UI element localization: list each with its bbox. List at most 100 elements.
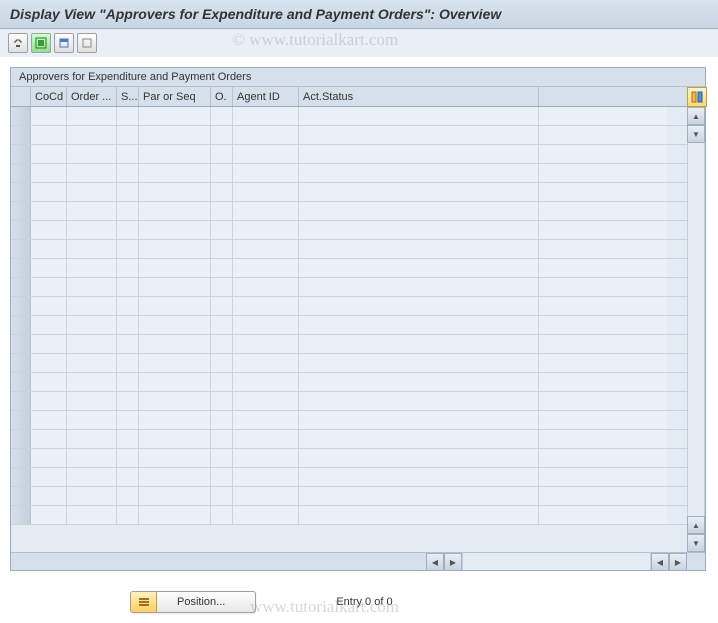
row-selector-header[interactable] <box>11 87 31 106</box>
toggle-display-change-button[interactable] <box>8 33 28 53</box>
row-selector[interactable] <box>11 316 31 334</box>
cell-cocd[interactable] <box>31 335 67 353</box>
cell-actstatus[interactable] <box>299 506 539 524</box>
cell-s[interactable] <box>117 107 139 125</box>
cell-cocd[interactable] <box>31 411 67 429</box>
cell-spare[interactable] <box>539 278 667 296</box>
cell-parseq[interactable] <box>139 411 211 429</box>
cell-cocd[interactable] <box>31 506 67 524</box>
cell-s[interactable] <box>117 354 139 372</box>
row-selector[interactable] <box>11 297 31 315</box>
column-header-parseq[interactable]: Par or Seq <box>139 87 211 106</box>
cell-parseq[interactable] <box>139 164 211 182</box>
column-header-order[interactable]: Order ... <box>67 87 117 106</box>
horizontal-scrollbar[interactable]: ◀ ▶ ◀ ▶ <box>11 552 705 570</box>
cell-parseq[interactable] <box>139 354 211 372</box>
cell-order[interactable] <box>67 430 117 448</box>
cell-s[interactable] <box>117 506 139 524</box>
cell-order[interactable] <box>67 392 117 410</box>
cell-s[interactable] <box>117 278 139 296</box>
cell-o[interactable] <box>211 107 233 125</box>
cell-parseq[interactable] <box>139 240 211 258</box>
row-selector[interactable] <box>11 126 31 144</box>
cell-o[interactable] <box>211 126 233 144</box>
scroll-right-button[interactable]: ▶ <box>444 553 462 571</box>
cell-s[interactable] <box>117 259 139 277</box>
cell-spare[interactable] <box>539 411 667 429</box>
cell-agent[interactable] <box>233 392 299 410</box>
row-selector[interactable] <box>11 354 31 372</box>
cell-cocd[interactable] <box>31 107 67 125</box>
cell-s[interactable] <box>117 164 139 182</box>
cell-actstatus[interactable] <box>299 107 539 125</box>
cell-s[interactable] <box>117 221 139 239</box>
cell-spare[interactable] <box>539 506 667 524</box>
cell-o[interactable] <box>211 392 233 410</box>
cell-agent[interactable] <box>233 335 299 353</box>
cell-actstatus[interactable] <box>299 164 539 182</box>
cell-cocd[interactable] <box>31 487 67 505</box>
cell-s[interactable] <box>117 468 139 486</box>
cell-agent[interactable] <box>233 107 299 125</box>
cell-parseq[interactable] <box>139 126 211 144</box>
cell-parseq[interactable] <box>139 373 211 391</box>
cell-o[interactable] <box>211 354 233 372</box>
cell-o[interactable] <box>211 487 233 505</box>
cell-cocd[interactable] <box>31 449 67 467</box>
scroll-up-button[interactable]: ▲ <box>687 107 705 125</box>
cell-agent[interactable] <box>233 126 299 144</box>
cell-actstatus[interactable] <box>299 240 539 258</box>
cell-spare[interactable] <box>539 240 667 258</box>
cell-order[interactable] <box>67 316 117 334</box>
cell-order[interactable] <box>67 373 117 391</box>
cell-o[interactable] <box>211 164 233 182</box>
scroll-left-button-2[interactable]: ◀ <box>651 553 669 571</box>
cell-parseq[interactable] <box>139 468 211 486</box>
cell-actstatus[interactable] <box>299 335 539 353</box>
cell-order[interactable] <box>67 335 117 353</box>
cell-order[interactable] <box>67 145 117 163</box>
scroll-track-h[interactable] <box>462 553 651 570</box>
scroll-down-button[interactable]: ▼ <box>687 125 705 143</box>
cell-spare[interactable] <box>539 316 667 334</box>
column-header-cocd[interactable]: CoCd <box>31 87 67 106</box>
cell-cocd[interactable] <box>31 145 67 163</box>
cell-agent[interactable] <box>233 145 299 163</box>
cell-actstatus[interactable] <box>299 316 539 334</box>
cell-o[interactable] <box>211 278 233 296</box>
cell-agent[interactable] <box>233 316 299 334</box>
cell-cocd[interactable] <box>31 278 67 296</box>
cell-spare[interactable] <box>539 107 667 125</box>
cell-s[interactable] <box>117 145 139 163</box>
cell-spare[interactable] <box>539 354 667 372</box>
cell-spare[interactable] <box>539 449 667 467</box>
cell-agent[interactable] <box>233 354 299 372</box>
cell-s[interactable] <box>117 316 139 334</box>
cell-o[interactable] <box>211 411 233 429</box>
cell-actstatus[interactable] <box>299 430 539 448</box>
cell-parseq[interactable] <box>139 392 211 410</box>
row-selector[interactable] <box>11 183 31 201</box>
cell-order[interactable] <box>67 107 117 125</box>
cell-agent[interactable] <box>233 183 299 201</box>
cell-o[interactable] <box>211 145 233 163</box>
cell-cocd[interactable] <box>31 468 67 486</box>
cell-actstatus[interactable] <box>299 468 539 486</box>
vertical-scrollbar[interactable]: ▲ ▼ ▲ ▼ <box>687 87 705 552</box>
cell-cocd[interactable] <box>31 430 67 448</box>
cell-parseq[interactable] <box>139 107 211 125</box>
cell-agent[interactable] <box>233 259 299 277</box>
cell-s[interactable] <box>117 240 139 258</box>
cell-agent[interactable] <box>233 487 299 505</box>
column-header-s[interactable]: S... <box>117 87 139 106</box>
cell-spare[interactable] <box>539 126 667 144</box>
row-selector[interactable] <box>11 259 31 277</box>
column-header-actstatus[interactable]: Act.Status <box>299 87 539 106</box>
row-selector[interactable] <box>11 107 31 125</box>
cell-cocd[interactable] <box>31 316 67 334</box>
cell-agent[interactable] <box>233 240 299 258</box>
cell-o[interactable] <box>211 202 233 220</box>
cell-order[interactable] <box>67 449 117 467</box>
cell-cocd[interactable] <box>31 392 67 410</box>
cell-s[interactable] <box>117 183 139 201</box>
